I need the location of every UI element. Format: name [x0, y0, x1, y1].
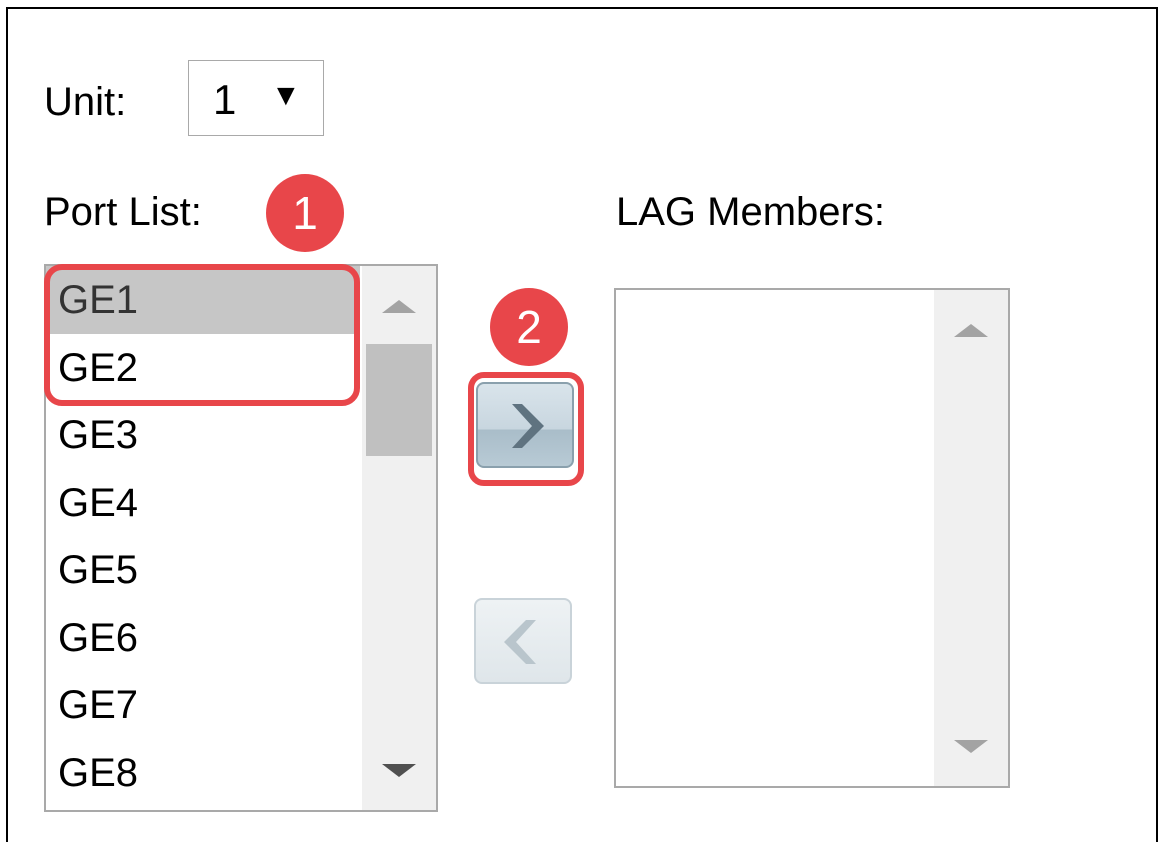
port-list-scrollbar[interactable] — [362, 266, 436, 810]
scroll-thumb[interactable] — [366, 344, 432, 456]
lag-members-label: LAG Members: — [616, 190, 885, 234]
dropdown-caret-icon: ▼ — [271, 79, 301, 112]
lag-members-box[interactable] — [614, 288, 1010, 788]
unit-select[interactable]: 1 ▼ — [188, 60, 324, 136]
port-item-ge7[interactable]: GE7 — [46, 671, 360, 739]
port-item-ge6[interactable]: GE6 — [46, 604, 360, 672]
port-item-ge4[interactable]: GE4 — [46, 469, 360, 537]
step-2-badge: 2 — [490, 288, 568, 366]
selection-highlight — [44, 264, 360, 406]
chevron-left-icon — [504, 620, 536, 664]
scroll-up-arrow-icon[interactable] — [362, 286, 436, 326]
lag-members-scrollbar[interactable] — [934, 290, 1008, 786]
scroll-down-arrow-icon[interactable] — [934, 726, 1008, 766]
unit-selected-value: 1 — [213, 76, 237, 123]
scroll-up-arrow-icon[interactable] — [934, 310, 1008, 350]
remove-from-lag-button[interactable] — [474, 598, 572, 684]
unit-label: Unit: — [44, 80, 127, 124]
port-item-ge3[interactable]: GE3 — [46, 401, 360, 469]
port-item-ge5[interactable]: GE5 — [46, 536, 360, 604]
button-highlight — [468, 372, 584, 486]
port-list-label: Port List: — [44, 190, 202, 234]
scroll-down-arrow-icon[interactable] — [362, 750, 436, 790]
step-1-badge: 1 — [266, 174, 344, 252]
port-item-ge8[interactable]: GE8 — [46, 739, 360, 807]
